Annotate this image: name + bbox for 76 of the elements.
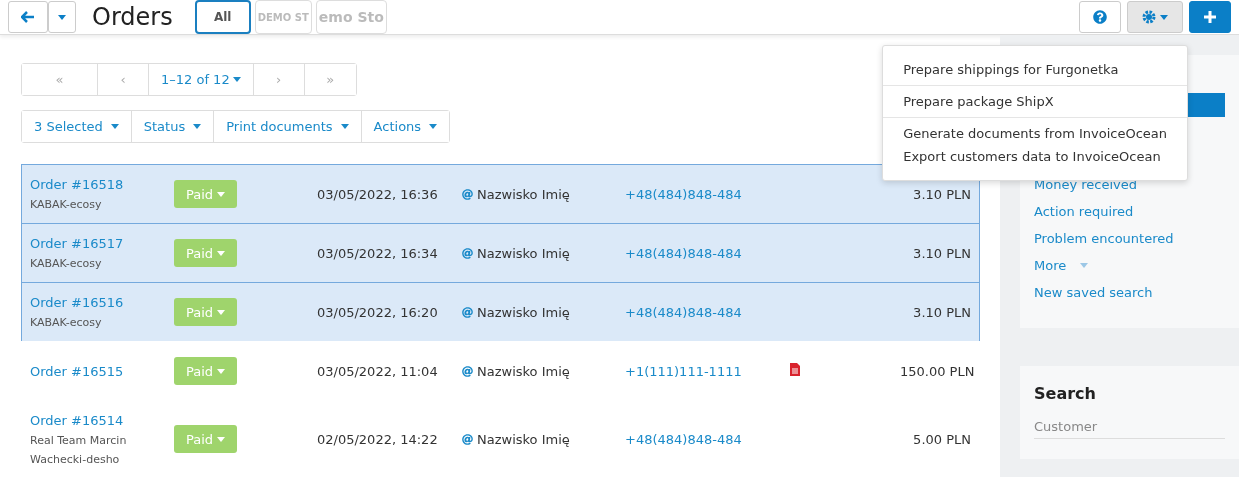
order-link[interactable]: Order #16518 bbox=[30, 177, 174, 192]
storefront-name: Wachecki-desho bbox=[30, 452, 121, 466]
order-date: 03/05/2022, 16:34 bbox=[317, 245, 439, 261]
customer-name: Nazwisko Imię bbox=[477, 431, 570, 447]
menu-item[interactable]: Prepare shippings for Furgonetka bbox=[883, 58, 1187, 81]
order-link[interactable]: Order #16515 bbox=[30, 363, 174, 379]
bulk-action-dropdown[interactable]: 3 Selected bbox=[22, 111, 132, 142]
storefront-name: KABAK-ecosy bbox=[30, 257, 103, 270]
caret-icon bbox=[217, 250, 226, 256]
more-link[interactable]: More bbox=[1034, 258, 1225, 273]
gear-icon bbox=[1142, 10, 1156, 24]
menu-item[interactable]: Generate documents from InvoiceOcean bbox=[883, 122, 1187, 145]
caret-icon bbox=[340, 124, 349, 129]
customer-name: Nazwisko Imię bbox=[477, 245, 570, 261]
order-total: 3.10 PLN bbox=[912, 186, 971, 202]
caret-icon bbox=[1080, 263, 1089, 268]
phone-link[interactable]: +48(484)848-484 bbox=[625, 304, 790, 320]
order-link[interactable]: Order #16516 bbox=[30, 295, 174, 310]
caret-icon bbox=[429, 124, 438, 129]
order-total: 150.00 PLN bbox=[900, 363, 975, 379]
storefront-name: KABAK-ecosy bbox=[30, 316, 103, 329]
customer-field[interactable]: Customer bbox=[1034, 415, 1225, 439]
order-link[interactable]: Order #16517 bbox=[30, 236, 174, 251]
at-sign-icon bbox=[462, 247, 473, 259]
at-sign-icon bbox=[462, 365, 473, 377]
order-total: 3.10 PLN bbox=[912, 245, 971, 261]
saved-search-link[interactable]: Money received bbox=[1034, 177, 1225, 192]
phone-link[interactable]: +48(484)848-484 bbox=[625, 245, 790, 261]
customer-name: Nazwisko Imię bbox=[477, 304, 570, 320]
order-date: 02/05/2022, 14:22 bbox=[317, 431, 439, 447]
caret-icon bbox=[58, 14, 66, 20]
settings-button[interactable] bbox=[1127, 1, 1183, 33]
saved-search-link[interactable]: Problem encountered bbox=[1034, 231, 1225, 246]
add-button[interactable] bbox=[1189, 1, 1231, 33]
at-sign-icon bbox=[462, 188, 473, 200]
order-link[interactable]: Order #16514 bbox=[30, 412, 174, 428]
order-total: 3.10 PLN bbox=[912, 304, 971, 320]
storefront-name: Real Team Marcin bbox=[30, 433, 128, 447]
storefront-tab[interactable]: emo Sto bbox=[315, 0, 387, 34]
search-heading: Search bbox=[1034, 384, 1097, 403]
caret-icon bbox=[217, 436, 226, 442]
order-date: 03/05/2022, 11:04 bbox=[317, 363, 439, 379]
help-button[interactable] bbox=[1079, 1, 1121, 33]
storefront-tab[interactable]: DEMO ST bbox=[254, 0, 312, 34]
first-page-button[interactable]: « bbox=[22, 64, 98, 95]
phone-link[interactable]: +1(111)111-1111 bbox=[625, 363, 790, 379]
caret-icon bbox=[217, 368, 226, 374]
phone-link[interactable]: +48(484)848-484 bbox=[625, 431, 790, 447]
caret-icon bbox=[1160, 14, 1168, 20]
caret-icon bbox=[110, 124, 119, 129]
order-date: 03/05/2022, 16:20 bbox=[317, 304, 439, 320]
arrow-left-icon bbox=[21, 11, 35, 23]
back-button[interactable] bbox=[8, 1, 48, 33]
caret-icon bbox=[217, 309, 226, 315]
saved-search-link[interactable]: Action required bbox=[1034, 204, 1225, 219]
plus-icon bbox=[1204, 11, 1216, 23]
at-sign-icon bbox=[462, 306, 473, 318]
history-dropdown-button[interactable] bbox=[48, 1, 76, 33]
at-sign-icon bbox=[462, 433, 473, 445]
order-row[interactable]: Order #16518 KABAK-ecosy Paid 03/05/2022, 16:36 Nazwisko Imię +48(484)848-484 3.10 PLN bbox=[21, 164, 980, 224]
order-row[interactable]: Order #16517 KABAK-ecosy Paid 03/05/2022, 16:34 Nazwisko Imię +48(484)848-484 3.10 PLN bbox=[21, 223, 980, 283]
storefront-name: KABAK-ecosy bbox=[30, 198, 103, 211]
page-title: Orders bbox=[92, 3, 173, 31]
customer-name: Nazwisko Imię bbox=[477, 363, 570, 379]
new-saved-search-link[interactable]: New saved search bbox=[1034, 285, 1225, 300]
order-row[interactable]: Order #16516 KABAK-ecosy Paid 03/05/2022, 16:20 Nazwisko Imię +48(484)848-484 3.10 PLN bbox=[21, 282, 980, 342]
help-icon bbox=[1093, 10, 1107, 24]
storefront-tab[interactable]: All bbox=[194, 0, 251, 34]
order-date: 03/05/2022, 16:36 bbox=[317, 186, 439, 202]
caret-icon bbox=[193, 124, 202, 129]
order-total: 5.00 PLN bbox=[912, 431, 971, 447]
caret-icon bbox=[232, 77, 241, 82]
menu-item[interactable]: Prepare package ShipX bbox=[883, 90, 1187, 113]
phone-link[interactable]: +48(484)848-484 bbox=[625, 186, 790, 202]
caret-icon bbox=[217, 191, 226, 197]
customer-name: Nazwisko Imię bbox=[477, 186, 570, 202]
